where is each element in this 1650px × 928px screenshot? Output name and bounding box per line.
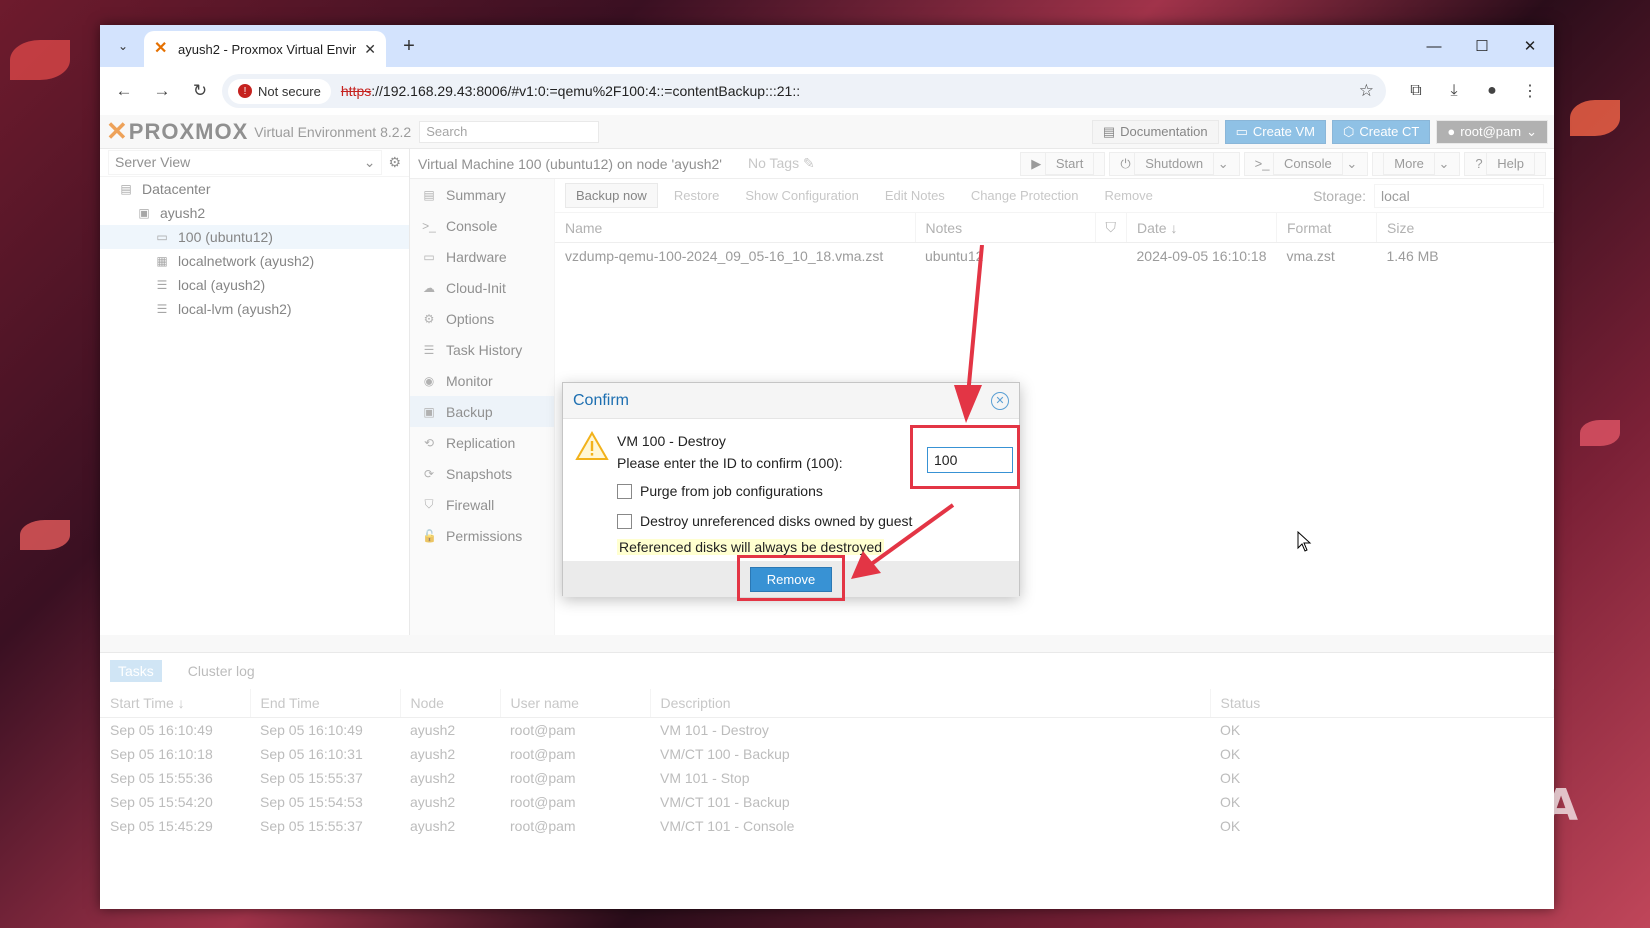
new-tab-plus-icon[interactable]: +: [394, 31, 424, 61]
url-scheme: https: [340, 83, 372, 99]
not-secure-label: Not secure: [258, 83, 321, 99]
tab-close-icon[interactable]: ✕: [364, 41, 376, 58]
download-icon[interactable]: ⤓: [1438, 75, 1470, 107]
dialog-title: Confirm: [573, 391, 630, 409]
xda-watermark: XDA: [1469, 780, 1580, 831]
extensions-icon[interactable]: ⧉: [1400, 75, 1432, 107]
referenced-disks-note: Referenced disks will always be destroye…: [617, 539, 885, 555]
input-highlight-box: [910, 425, 1020, 489]
annotation-arrow: [954, 245, 984, 423]
maximize-icon[interactable]: ☐: [1458, 25, 1506, 67]
destroy-disks-checkbox[interactable]: [617, 513, 632, 529]
mouse-cursor-icon: [1297, 531, 1312, 552]
confirm-prompt: Please enter the ID to confirm (100):: [617, 455, 843, 471]
proxmox-favicon-icon: ✕: [154, 40, 168, 57]
profile-avatar-icon[interactable]: ●: [1476, 75, 1508, 107]
window-controls: — ☐ ✕: [1410, 25, 1554, 67]
omnibox[interactable]: ! Not secure https://192.168.29.43:8006/…: [222, 74, 1386, 108]
url-rest: ://192.168.29.43:8006/#v1:0:=qemu%2F100:…: [371, 83, 801, 99]
background-petal: [1580, 420, 1620, 446]
minimize-icon[interactable]: —: [1410, 25, 1458, 67]
tab-title: ayush2 - Proxmox Virtual Envirç: [178, 41, 357, 57]
tab-search-chevron-icon[interactable]: ⌄: [108, 31, 138, 61]
url-text[interactable]: https://192.168.29.43:8006/#v1:0:=qemu%2…: [341, 83, 1349, 99]
destroy-heading: VM 100 - Destroy: [617, 433, 726, 449]
browser-menu-icon[interactable]: ⋮: [1514, 75, 1546, 107]
purge-label: Purge from job configurations: [640, 483, 823, 499]
annotation-arrow: [851, 503, 955, 579]
purge-option[interactable]: Purge from job configurations: [617, 483, 823, 499]
bookmark-star-icon[interactable]: ☆: [1359, 81, 1374, 101]
close-window-icon[interactable]: ✕: [1506, 25, 1554, 67]
reload-icon[interactable]: ↻: [184, 75, 216, 107]
button-highlight-box: [737, 555, 845, 601]
purge-checkbox[interactable]: [617, 483, 632, 499]
tab-bar: ⌄ ✕ ayush2 - Proxmox Virtual Envirç ✕ + …: [100, 25, 1554, 67]
address-bar-row: ← → ↻ ! Not secure https://192.168.29.43…: [100, 67, 1554, 115]
browser-window: ⌄ ✕ ayush2 - Proxmox Virtual Envirç ✕ + …: [100, 25, 1554, 909]
background-petal: [20, 520, 70, 550]
back-arrow-icon[interactable]: ←: [108, 75, 140, 107]
browser-tab[interactable]: ✕ ayush2 - Proxmox Virtual Envirç ✕: [144, 31, 386, 67]
warning-icon: !: [238, 84, 252, 98]
background-petal: [10, 40, 70, 80]
not-secure-chip[interactable]: ! Not secure: [228, 78, 331, 104]
warning-triangle-icon: [575, 431, 609, 460]
background-petal: [1570, 100, 1620, 136]
forward-arrow-icon[interactable]: →: [146, 75, 178, 107]
